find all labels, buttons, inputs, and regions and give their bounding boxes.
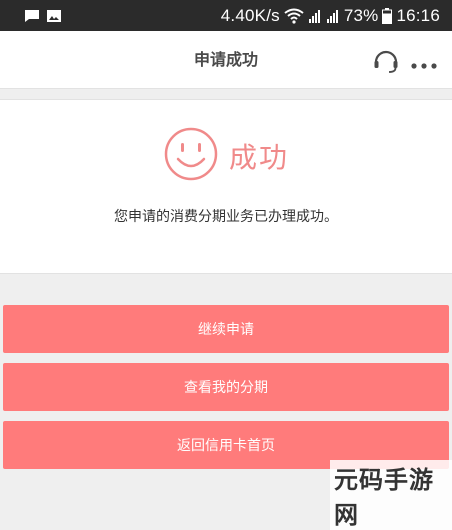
success-card: 成功 您申请的消费分期业务已办理成功。: [0, 99, 452, 274]
clock: 16:16: [396, 5, 440, 25]
more-icon[interactable]: [410, 55, 438, 74]
battery-icon: [382, 7, 393, 24]
watermark: 元码手游网: [330, 460, 452, 530]
status-left: [24, 9, 62, 23]
image-icon: [46, 9, 62, 23]
signal-icon: [308, 8, 322, 24]
network-speed: 4.40K/s: [220, 5, 280, 25]
continue-apply-button[interactable]: 继续申请: [3, 305, 449, 353]
smiley-icon: [163, 126, 219, 186]
status-right: 4.40K/s 73% 16:16: [221, 6, 440, 26]
signal-icon: [326, 8, 340, 24]
app-header: 申请成功: [0, 31, 452, 89]
headset-icon[interactable]: [372, 48, 400, 78]
wifi-icon: [284, 8, 304, 24]
view-installments-button[interactable]: 查看我的分期: [3, 363, 449, 411]
success-label: 成功: [228, 141, 289, 174]
status-bar: 4.40K/s 73% 16:16: [0, 0, 452, 31]
battery-percent: 73%: [343, 5, 379, 25]
success-message: 您申请的消费分期业务已办理成功。: [114, 209, 338, 225]
chat-icon: [24, 9, 40, 23]
success-row: 成功: [0, 126, 452, 186]
